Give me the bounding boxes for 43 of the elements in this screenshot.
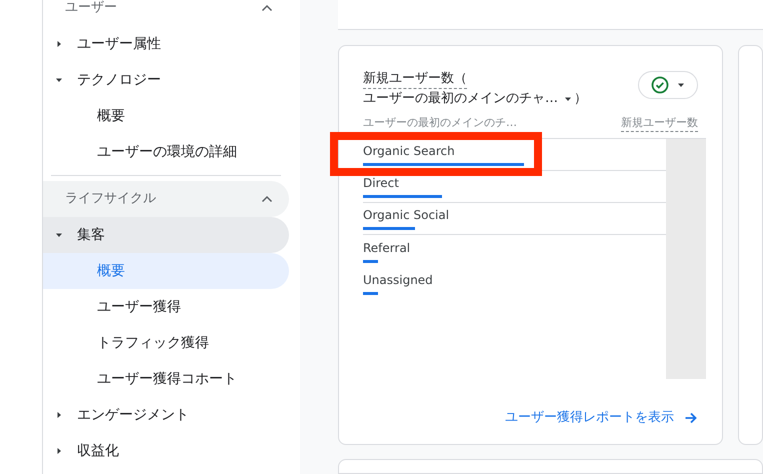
caret-right-icon xyxy=(55,447,63,455)
channel-label: Direct xyxy=(363,175,400,192)
channel-label: Organic Search xyxy=(363,143,456,160)
caret-right-icon xyxy=(55,40,63,48)
nav-label: テクノロジー xyxy=(77,70,161,90)
card-title: 新規ユーザー数（ xyxy=(363,70,467,89)
section-header[interactable]: ユーザー xyxy=(43,0,289,26)
channel-label: Organic Social xyxy=(363,207,450,224)
section-title: ユーザー xyxy=(65,0,117,18)
nav-label: ユーザー属性 xyxy=(77,34,161,54)
nav-subitem[interactable]: 概要 xyxy=(43,98,289,134)
paren-text: ） xyxy=(574,90,587,108)
dimension-dropdown[interactable]: ユーザーの最初のメインのチャ… xyxy=(363,88,572,109)
nav-subitem[interactable]: トラフィック獲得 xyxy=(43,325,289,361)
check-circle-icon xyxy=(651,76,669,94)
chevron-up-icon[interactable] xyxy=(261,195,273,203)
arrow-right-icon[interactable] xyxy=(684,411,698,426)
nav-subitem[interactable]: ユーザーの環境の詳細 xyxy=(43,134,289,170)
caret-right-icon xyxy=(55,411,63,419)
nav-label: エンゲージメント xyxy=(77,406,189,424)
column-header: 新規ユーザー数 xyxy=(621,114,698,132)
nav-item[interactable]: 集客 xyxy=(43,217,289,253)
column-header: ユーザーの最初のメインのチ… xyxy=(363,114,517,131)
nav-item[interactable]: 収益化 xyxy=(43,433,289,469)
section-title: ライフサイクル xyxy=(65,190,156,208)
nav-label: 収益化 xyxy=(77,442,119,460)
caret-down-icon xyxy=(55,76,63,84)
channel-label: Referral xyxy=(363,240,412,256)
caret-down-icon xyxy=(677,80,685,89)
nav-label: 集客 xyxy=(77,226,105,244)
caret-down-icon xyxy=(55,231,63,239)
section-header[interactable]: ライフサイクル xyxy=(43,181,289,217)
nav-subitem[interactable]: ユーザー獲得 xyxy=(43,289,289,325)
nav-item[interactable]: テクノロジー xyxy=(43,62,289,98)
chevron-up-icon[interactable] xyxy=(261,4,273,12)
nav-subitem[interactable]: 概要 xyxy=(43,253,289,289)
nav-item[interactable]: ユーザー属性 xyxy=(43,26,289,62)
status-button[interactable] xyxy=(638,70,698,99)
nav-item[interactable]: エンゲージメント xyxy=(43,397,289,433)
channel-label: Unassigned xyxy=(363,272,434,288)
report-link[interactable]: ユーザー獲得レポートを表示 xyxy=(505,408,674,428)
nav-subitem[interactable]: ユーザー獲得コホート xyxy=(43,361,289,397)
caret-down-icon xyxy=(564,94,572,103)
